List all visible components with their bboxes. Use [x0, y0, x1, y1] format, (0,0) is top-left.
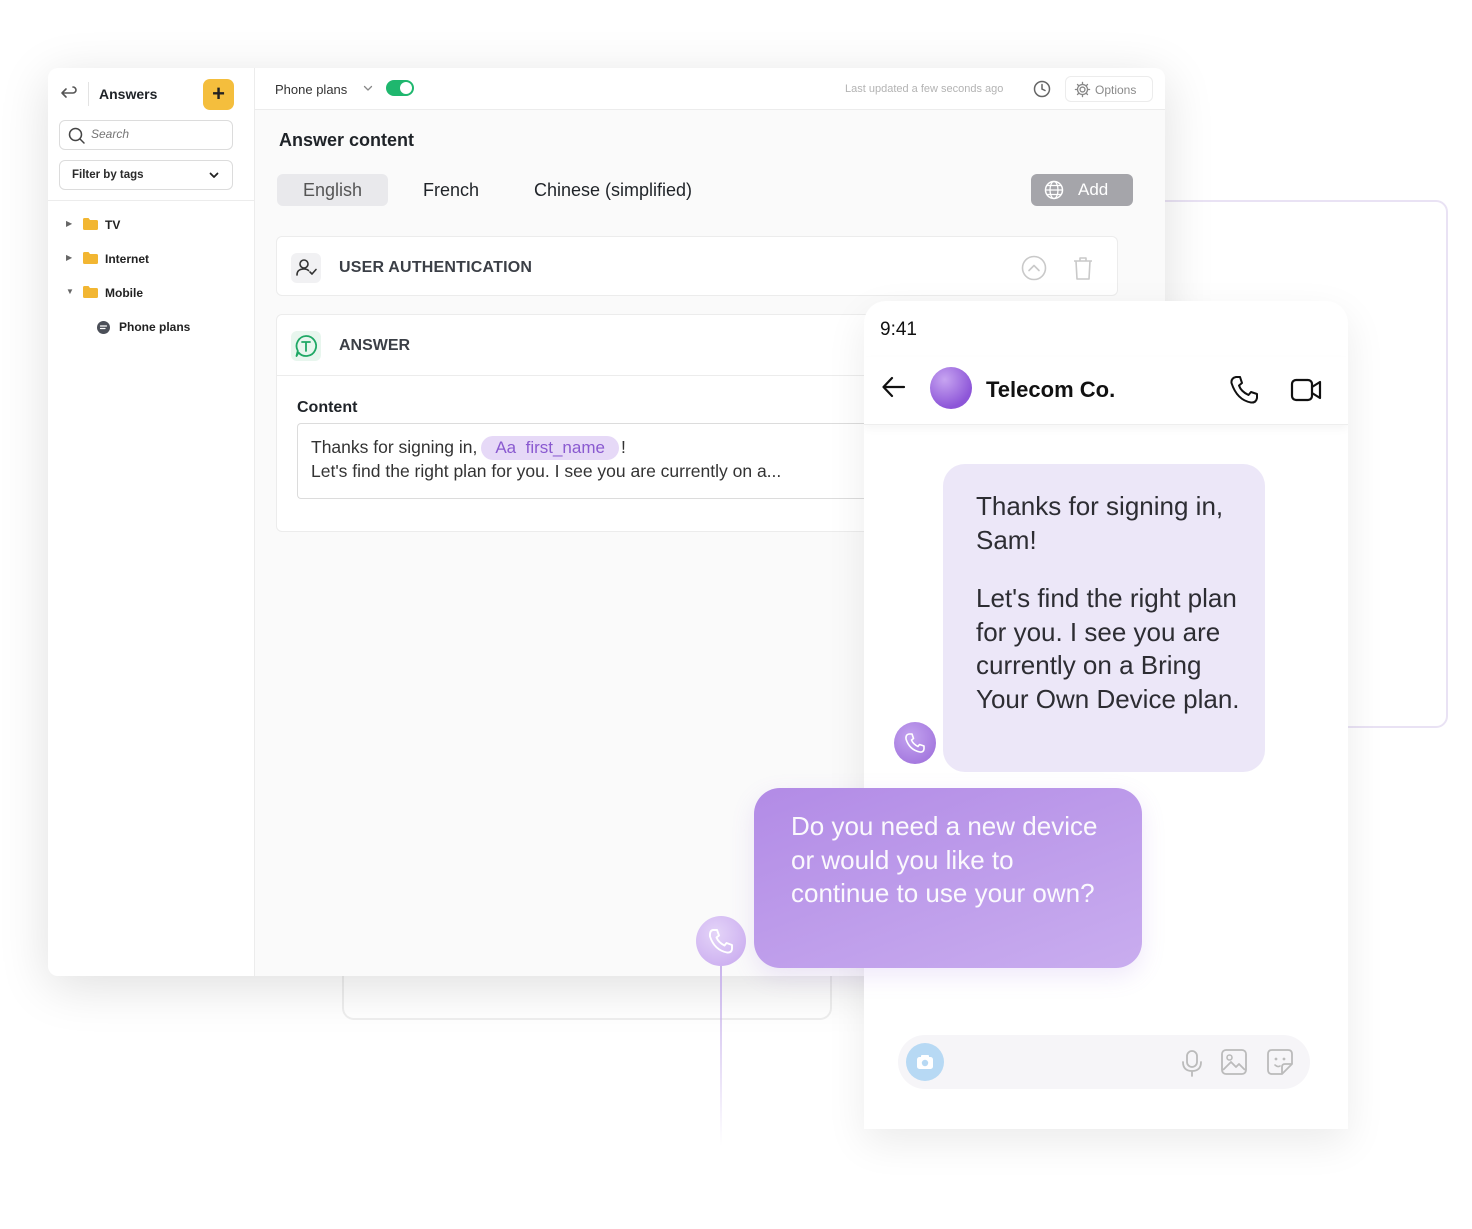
sticker-icon[interactable] — [1266, 1048, 1294, 1081]
image-icon[interactable] — [1220, 1048, 1248, 1081]
content-line-1: Thanks for signing in, Aa first_name! — [311, 436, 626, 460]
message-text: Let's find the right plan for you. I see… — [976, 583, 1240, 714]
history-clock-icon[interactable] — [1033, 80, 1051, 103]
folder-icon — [83, 252, 98, 264]
tab-french[interactable]: French — [397, 174, 505, 206]
search-field[interactable] — [59, 120, 233, 150]
content-text: Thanks for signing in, — [311, 437, 478, 457]
user-authentication-block[interactable]: USER AUTHENTICATION — [276, 236, 1118, 296]
tree-item-label: TV — [105, 218, 121, 232]
connector-line — [720, 966, 722, 1146]
sidebar: Answers + Filter by tags ▶ TV ▶ Internet — [48, 68, 255, 976]
add-language-button[interactable]: Add — [1031, 174, 1133, 206]
content-text: ! — [620, 437, 626, 457]
tree-item-label: Internet — [105, 252, 150, 266]
add-answer-button[interactable]: + — [203, 79, 234, 110]
divider — [48, 200, 255, 201]
tree-item-phone-plans[interactable]: Phone plans — [48, 316, 255, 338]
video-call-icon[interactable] — [1290, 374, 1322, 411]
enabled-toggle[interactable] — [386, 80, 414, 96]
message-composer[interactable] — [898, 1035, 1310, 1089]
chat-header: Telecom Co. — [864, 357, 1348, 425]
back-arrow-icon[interactable] — [880, 373, 908, 406]
caret-right-icon[interactable]: ▶ — [66, 219, 72, 228]
bot-avatar — [696, 916, 746, 966]
tree-item-internet[interactable]: ▶ Internet — [48, 248, 255, 270]
folder-icon — [83, 218, 98, 230]
filter-label: Filter by tags — [72, 169, 144, 181]
block-label: ANSWER — [339, 337, 411, 354]
sidebar-title: Answers — [99, 86, 158, 102]
content-label: Content — [297, 399, 358, 416]
status-time: 9:41 — [880, 319, 917, 340]
chip-variable: first_name — [525, 438, 605, 457]
incoming-message-bubble: Thanks for signing in, Sam! Let's find t… — [943, 464, 1265, 772]
tree-item-mobile[interactable]: ▼ Mobile — [48, 282, 255, 304]
user-check-icon — [291, 253, 321, 283]
chevron-down-icon[interactable] — [362, 82, 374, 97]
folder-icon — [83, 286, 98, 298]
variable-chip[interactable]: Aa first_name — [481, 436, 619, 460]
topbar: Phone plans Last updated a few seconds a… — [255, 68, 1165, 110]
divider — [88, 82, 89, 106]
chevron-down-icon — [208, 169, 220, 184]
tree-item-label: Mobile — [105, 286, 143, 300]
caret-right-icon[interactable]: ▶ — [66, 253, 72, 262]
phone-call-icon[interactable] — [1228, 374, 1260, 411]
trash-icon[interactable] — [1071, 255, 1095, 286]
back-arrow-icon[interactable] — [60, 84, 78, 102]
chip-prefix: Aa — [495, 438, 517, 457]
microphone-icon[interactable] — [1180, 1049, 1204, 1082]
phone-icon — [708, 929, 733, 954]
block-label: USER AUTHENTICATION — [339, 259, 533, 276]
options-label: Options — [1095, 83, 1137, 97]
tree-item-label: Phone plans — [119, 320, 191, 334]
search-input[interactable] — [91, 127, 221, 141]
search-icon — [68, 127, 86, 150]
chat-bubble-icon — [97, 321, 110, 334]
content-line-2: Let's find the right plan for you. I see… — [311, 461, 782, 481]
avatar — [930, 367, 972, 409]
tree-item-tv[interactable]: ▶ TV — [48, 214, 255, 236]
text-message-icon — [291, 331, 321, 361]
collapse-icon[interactable] — [1021, 255, 1047, 286]
filter-by-tags-dropdown[interactable]: Filter by tags — [59, 160, 233, 190]
add-label: Add — [1078, 180, 1109, 199]
outgoing-message-bubble: Do you need a new device or would you li… — [754, 788, 1142, 968]
message-text: Do you need a new device or would you li… — [791, 811, 1098, 908]
tab-english[interactable]: English — [277, 174, 389, 206]
options-button[interactable]: Options — [1065, 76, 1153, 102]
message-text: Thanks for signing in, Sam! — [976, 491, 1224, 555]
tab-chinese-simplified[interactable]: Chinese (simplified) — [508, 174, 718, 206]
contact-name: Telecom Co. — [986, 377, 1116, 402]
last-updated-text: Last updated a few seconds ago — [845, 83, 1004, 95]
camera-icon[interactable] — [906, 1043, 944, 1081]
toggle-knob — [400, 82, 412, 94]
bot-avatar — [894, 722, 936, 764]
caret-down-icon[interactable]: ▼ — [66, 287, 74, 296]
globe-icon — [1044, 180, 1064, 205]
section-title: Answer content — [279, 130, 415, 150]
phone-icon — [905, 733, 925, 753]
answer-title-dropdown[interactable]: Phone plans — [275, 82, 347, 97]
gear-icon — [1074, 81, 1091, 101]
